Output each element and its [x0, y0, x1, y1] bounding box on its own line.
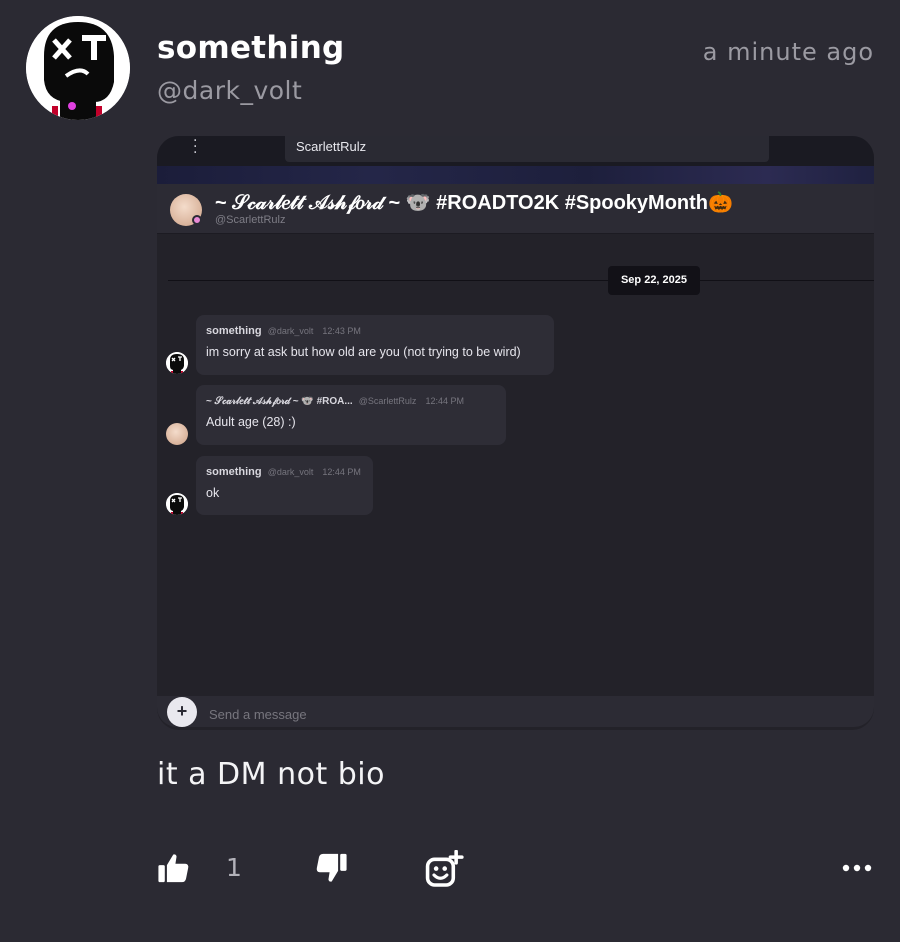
message-input-bar: + Send a message [157, 696, 874, 727]
dm-partner-name: ~ 𝒮𝒸𝒶𝓇𝓁𝑒𝓉𝓉 𝒜𝓈𝒽𝒻𝑜𝓇𝒹 ~ 🐨 #ROADTO2K #Spooky… [215, 192, 733, 214]
like-count: 1 [226, 853, 242, 882]
screenshot-tab-title: ScarlettRulz [285, 136, 769, 162]
add-attachment-icon: + [167, 697, 197, 727]
message-handle: @ScarlettRulz [358, 396, 417, 406]
message-input-placeholder: Send a message [209, 707, 307, 722]
message-bubble: something @dark_volt 12:44 PM ok [196, 456, 373, 515]
post-timestamp: a minute ago [702, 38, 874, 66]
message-author: something [206, 325, 262, 337]
message-avatar [166, 352, 188, 374]
message-author: ~ 𝒮𝒸𝒶𝓇𝓁𝑒𝓉𝓉 𝒜𝓈𝒽𝒻𝑜𝓇𝒹 ~ 🐨 #ROA... [206, 396, 353, 407]
message-text: im sorry at ask but how old are you (not… [206, 345, 521, 359]
date-divider-line [168, 280, 874, 281]
post-author-name[interactable]: something [157, 30, 345, 66]
kebab-menu-icon: · · · [193, 136, 198, 161]
thumbs-up-icon[interactable] [157, 851, 191, 885]
message-bubble: something @dark_volt 12:43 PM im sorry a… [196, 315, 554, 375]
dm-partner-handle: @ScarlettRulz [215, 214, 286, 226]
message-text: Adult age (28) :) [206, 415, 296, 429]
attached-screenshot[interactable]: · · · ScarlettRulz ~ 𝒮𝒸𝒶𝓇𝓁𝑒𝓉𝓉 𝒜𝓈𝒽𝒻𝑜𝓇𝒹 ~ 🐨 … [157, 136, 874, 730]
date-divider: Sep 22, 2025 [608, 266, 700, 295]
post-author-handle[interactable]: @dark_volt [157, 76, 302, 105]
message-bubble: ~ 𝒮𝒸𝒶𝓇𝓁𝑒𝓉𝓉 𝒜𝓈𝒽𝒻𝑜𝓇𝒹 ~ 🐨 #ROA... @Scarlett… [196, 385, 506, 445]
screenshot-banner [157, 166, 874, 186]
message-text: ok [206, 486, 220, 500]
avatar-image [166, 352, 188, 374]
dm-header: ~ 𝒮𝒸𝒶𝓇𝓁𝑒𝓉𝓉 𝒜𝓈𝒽𝒻𝑜𝓇𝒹 ~ 🐨 #ROADTO2K #Spooky… [157, 184, 874, 234]
message-time: 12:44 PM [322, 467, 361, 477]
add-reaction-icon[interactable] [424, 849, 464, 890]
thumbs-down-icon[interactable] [314, 851, 348, 885]
online-status-dot [192, 215, 202, 225]
message-handle: @dark_volt [267, 326, 314, 336]
avatar-image [166, 493, 188, 515]
post-body-text: it a DM not bio [157, 757, 385, 792]
message-avatar [166, 423, 188, 445]
avatar[interactable] [26, 16, 130, 120]
message-time: 12:43 PM [322, 326, 361, 336]
more-options-icon[interactable] [840, 860, 874, 874]
message-time: 12:44 PM [425, 396, 465, 406]
message-avatar [166, 493, 188, 515]
message-handle: @dark_volt [267, 467, 314, 477]
message-author: something [206, 466, 262, 478]
avatar-image [26, 16, 130, 120]
